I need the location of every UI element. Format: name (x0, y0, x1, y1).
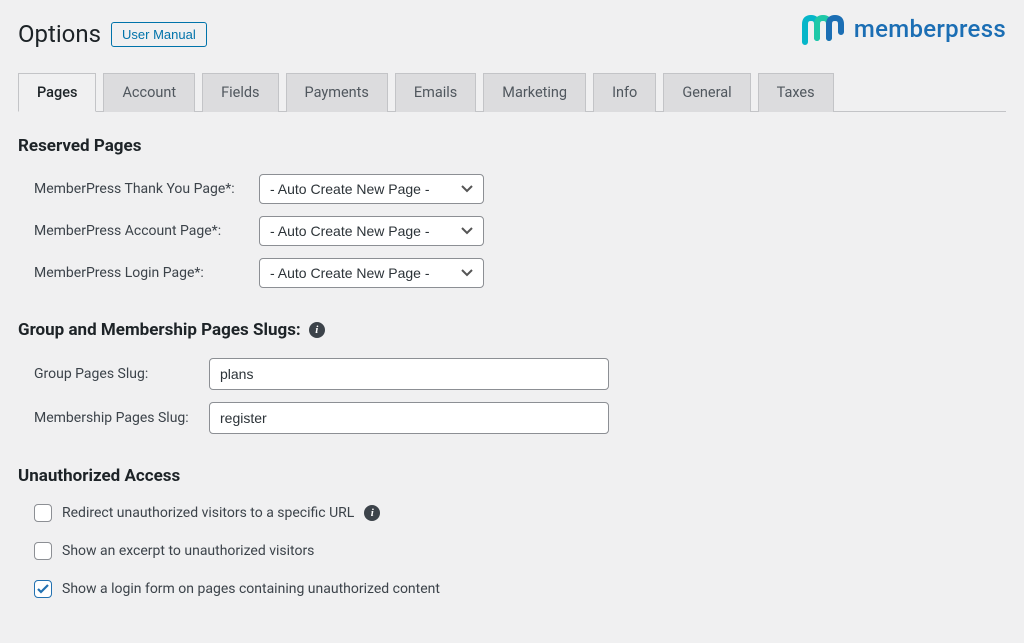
info-icon[interactable]: i (364, 505, 380, 521)
slugs-heading: Group and Membership Pages Slugs: i (18, 320, 1006, 340)
login-page-select[interactable]: - Auto Create New Page - (259, 258, 484, 288)
title-wrap: Options User Manual (18, 12, 207, 48)
show-login-form-label: Show a login form on pages containing un… (62, 581, 440, 597)
login-page-label: MemberPress Login Page*: (34, 265, 259, 281)
unauthorized-heading: Unauthorized Access (18, 466, 1006, 486)
login-page-row: MemberPress Login Page*: - Auto Create N… (18, 258, 1006, 288)
show-excerpt-label: Show an excerpt to unauthorized visitors (62, 543, 314, 559)
tab-marketing[interactable]: Marketing (483, 73, 586, 112)
redirect-unauthorized-checkbox[interactable] (34, 504, 52, 522)
slugs-heading-text: Group and Membership Pages Slugs: (18, 320, 301, 340)
reserved-pages-heading: Reserved Pages (18, 136, 1006, 156)
thank-you-page-select[interactable]: - Auto Create New Page - (259, 174, 484, 204)
account-page-row: MemberPress Account Page*: - Auto Create… (18, 216, 1006, 246)
redirect-unauthorized-label: Redirect unauthorized visitors to a spec… (62, 505, 354, 521)
brand-name: memberpress (854, 15, 1006, 43)
tab-general[interactable]: General (663, 73, 750, 112)
tab-fields[interactable]: Fields (202, 73, 278, 112)
membership-slug-row: Membership Pages Slug: (18, 402, 1006, 434)
redirect-unauthorized-row: Redirect unauthorized visitors to a spec… (18, 504, 1006, 522)
tab-pages[interactable]: Pages (18, 73, 96, 112)
group-slug-input[interactable] (209, 358, 609, 390)
thank-you-page-row: MemberPress Thank You Page*: - Auto Crea… (18, 174, 1006, 204)
account-page-label: MemberPress Account Page*: (34, 223, 259, 239)
tab-taxes[interactable]: Taxes (758, 73, 834, 112)
memberpress-icon (802, 12, 846, 46)
tab-payments[interactable]: Payments (286, 73, 388, 112)
tab-account[interactable]: Account (103, 73, 195, 112)
account-page-select[interactable]: - Auto Create New Page - (259, 216, 484, 246)
info-icon[interactable]: i (309, 322, 325, 338)
show-excerpt-row: Show an excerpt to unauthorized visitors (18, 542, 1006, 560)
header: Options User Manual memberpress (18, 12, 1006, 48)
brand-logo: memberpress (802, 12, 1006, 46)
membership-slug-label: Membership Pages Slug: (34, 410, 209, 426)
user-manual-button[interactable]: User Manual (111, 22, 207, 47)
tab-emails[interactable]: Emails (395, 73, 476, 112)
group-slug-label: Group Pages Slug: (34, 366, 209, 382)
tabs: Pages Account Fields Payments Emails Mar… (18, 72, 1006, 112)
page-title: Options (18, 20, 101, 48)
show-login-form-row: Show a login form on pages containing un… (18, 580, 1006, 598)
membership-slug-input[interactable] (209, 402, 609, 434)
show-login-form-checkbox[interactable] (34, 580, 52, 598)
thank-you-page-label: MemberPress Thank You Page*: (34, 181, 259, 197)
tab-info[interactable]: Info (593, 73, 656, 112)
group-slug-row: Group Pages Slug: (18, 358, 1006, 390)
show-excerpt-checkbox[interactable] (34, 542, 52, 560)
